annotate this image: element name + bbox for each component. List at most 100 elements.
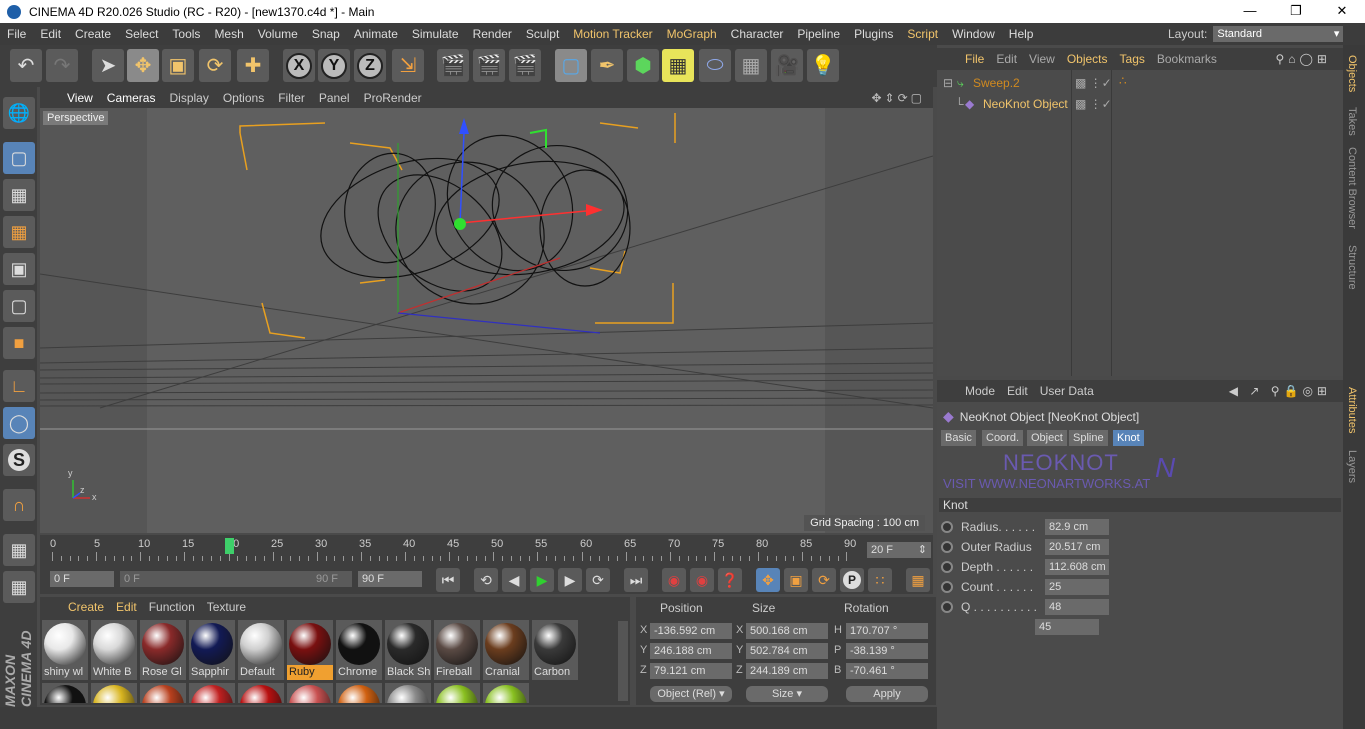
obj-menu-objects[interactable]: Objects	[1061, 52, 1114, 66]
attr-menu-user-data[interactable]: User Data	[1034, 384, 1100, 398]
search-icon[interactable]: ⚲⌂◯⊞	[1269, 52, 1337, 66]
anim-dot-icon[interactable]	[941, 581, 953, 593]
timeline-ruler[interactable]: 051015202530354045505560657075808590	[50, 535, 862, 565]
record-keys-button[interactable]: ◉	[662, 568, 686, 592]
viewport-3d[interactable]: y x z Perspective Grid Spacing : 100 cm	[40, 108, 933, 533]
menu-character[interactable]: Character	[724, 27, 791, 41]
pen-spline-button[interactable]: ✒	[591, 49, 623, 82]
polygons-mode-button[interactable]: ■	[3, 327, 35, 359]
prev-key-button[interactable]: ⟲	[474, 568, 498, 592]
menu-mograph[interactable]: MoGraph	[660, 27, 724, 41]
pos-y-field[interactable]: 246.188 cm	[650, 643, 732, 659]
coord-mode-dropdown[interactable]: Object (Rel) ▾	[650, 686, 732, 702]
camera-button[interactable]: 🎥	[771, 49, 803, 82]
key-pla-button[interactable]: ∷	[868, 568, 892, 592]
next-frame-button[interactable]: ▶	[558, 568, 582, 592]
deformer-button[interactable]: ⬭	[699, 49, 731, 82]
material-swatch[interactable]: White B	[91, 620, 137, 680]
object-gizmo[interactable]	[454, 118, 603, 230]
make-editable-button[interactable]: 🌐	[3, 97, 35, 129]
tree-item-neoknot[interactable]: └ ◆ NeoKnot Object ▩ ⋮✓	[937, 94, 1307, 114]
param-value[interactable]: 48	[1045, 599, 1109, 615]
key-rotation-button[interactable]: ⟳	[812, 568, 836, 592]
menu-edit[interactable]: Edit	[33, 27, 68, 41]
material-swatch[interactable]	[42, 683, 88, 703]
side-tab-takes[interactable]: Takes	[1346, 107, 1358, 136]
tag-icon[interactable]: ∴	[1119, 74, 1127, 88]
timeline[interactable]: 051015202530354045505560657075808590 20 …	[40, 535, 933, 566]
material-swatch[interactable]: Ruby	[287, 620, 333, 680]
move-tool-button[interactable]: ✥	[127, 49, 159, 82]
menu-motion-tracker[interactable]: Motion Tracker	[566, 27, 659, 41]
side-tab-content-browser[interactable]: Content Browser	[1346, 147, 1358, 229]
pos-x-field[interactable]: -136.592 cm	[650, 623, 732, 639]
x-axis-lock-button[interactable]: X	[283, 49, 315, 82]
param-value[interactable]: 20.517 cm	[1045, 539, 1109, 555]
attr-nav-icons[interactable]: ◀ ↗ ⚲🔒◎⊞	[1223, 384, 1337, 398]
menu-render[interactable]: Render	[466, 27, 519, 41]
key-position-button[interactable]: ✥	[756, 568, 780, 592]
size-mode-dropdown[interactable]: Size ▾	[746, 686, 828, 702]
param-outer-radius[interactable]: Outer Radius 20.517 cm	[941, 538, 1109, 556]
obj-menu-tags[interactable]: Tags	[1114, 52, 1151, 66]
edges-mode-button[interactable]: ▢	[3, 290, 35, 322]
autokey-button[interactable]: ◉	[690, 568, 714, 592]
attr-menu-mode[interactable]: Mode	[959, 384, 1001, 398]
coordinate-system-button[interactable]: ⇲	[392, 49, 424, 82]
rot-p-field[interactable]: -38.139 °	[846, 643, 928, 659]
material-swatch[interactable]	[434, 683, 480, 703]
viewport-menu-cameras[interactable]: Cameras	[100, 91, 163, 105]
tab-knot[interactable]: Knot	[1113, 430, 1144, 446]
magnet-button[interactable]: ∩	[3, 489, 35, 521]
workplane-mode-button[interactable]: ▦	[3, 216, 35, 248]
playhead[interactable]	[225, 538, 234, 554]
cube-object-button[interactable]: ▢	[555, 49, 587, 82]
menu-help[interactable]: Help	[1002, 27, 1041, 41]
side-tab-structure[interactable]: Structure	[1346, 245, 1358, 290]
apply-button[interactable]: Apply	[846, 686, 928, 702]
tab-object[interactable]: Object	[1027, 430, 1067, 446]
redo-button[interactable]: ↷	[46, 49, 78, 82]
prev-frame-button[interactable]: ◀	[502, 568, 526, 592]
material-menu-function[interactable]: Function	[143, 600, 201, 614]
menu-select[interactable]: Select	[118, 27, 165, 41]
layout-dropdown[interactable]: Standard ▾	[1213, 26, 1344, 42]
anim-dot-icon[interactable]	[941, 601, 953, 613]
tab-basic[interactable]: Basic	[941, 430, 976, 446]
material-swatch[interactable]	[385, 683, 431, 703]
material-scrollbar[interactable]	[618, 621, 628, 701]
points-mode-button[interactable]: ▣	[3, 253, 35, 285]
undo-button[interactable]: ↶	[10, 49, 42, 82]
key-scale-button[interactable]: ▣	[784, 568, 808, 592]
material-swatch[interactable]: Rose Gl	[140, 620, 186, 680]
light-button[interactable]: 💡	[807, 49, 839, 82]
param-count[interactable]: Count . . . . . . 25	[941, 578, 1109, 596]
menu-animate[interactable]: Animate	[347, 27, 405, 41]
texture-mode-button[interactable]: ▦	[3, 179, 35, 211]
attr-menu-edit[interactable]: Edit	[1001, 384, 1034, 398]
menu-mesh[interactable]: Mesh	[207, 27, 250, 41]
z-axis-lock-button[interactable]: Z	[354, 49, 386, 82]
viewport-menu-display[interactable]: Display	[162, 91, 215, 105]
side-tab-objects[interactable]: Objects	[1346, 55, 1358, 92]
viewport-nav-icons[interactable]: ✥⇕⟳▢	[871, 91, 925, 105]
start-frame-field[interactable]: 0 F	[50, 571, 114, 587]
render-view-button[interactable]: 🎬	[437, 49, 469, 82]
y-axis-lock-button[interactable]: Y	[318, 49, 350, 82]
play-button[interactable]: ▶	[530, 568, 554, 592]
size-z-field[interactable]: 244.189 cm	[746, 663, 828, 679]
model-mode-button[interactable]: ▢	[3, 142, 35, 174]
param-value[interactable]: 25	[1045, 579, 1109, 595]
subdivision-button[interactable]: ⬢	[627, 49, 659, 82]
material-swatch[interactable]: Fireball	[434, 620, 480, 680]
live-selection-button[interactable]: ➤	[92, 49, 124, 82]
param-value[interactable]: 45	[1035, 619, 1099, 635]
side-tab-layers[interactable]: Layers	[1346, 450, 1358, 483]
material-menu-texture[interactable]: Texture	[201, 600, 252, 614]
size-y-field[interactable]: 502.784 cm	[746, 643, 828, 659]
material-menu-create[interactable]: Create	[62, 600, 110, 614]
floor-button[interactable]: ▦	[735, 49, 767, 82]
pos-z-field[interactable]: 79.121 cm	[650, 663, 732, 679]
material-swatch[interactable]	[336, 683, 382, 703]
frame-range-slider[interactable]: 0 F 90 F	[120, 571, 352, 587]
